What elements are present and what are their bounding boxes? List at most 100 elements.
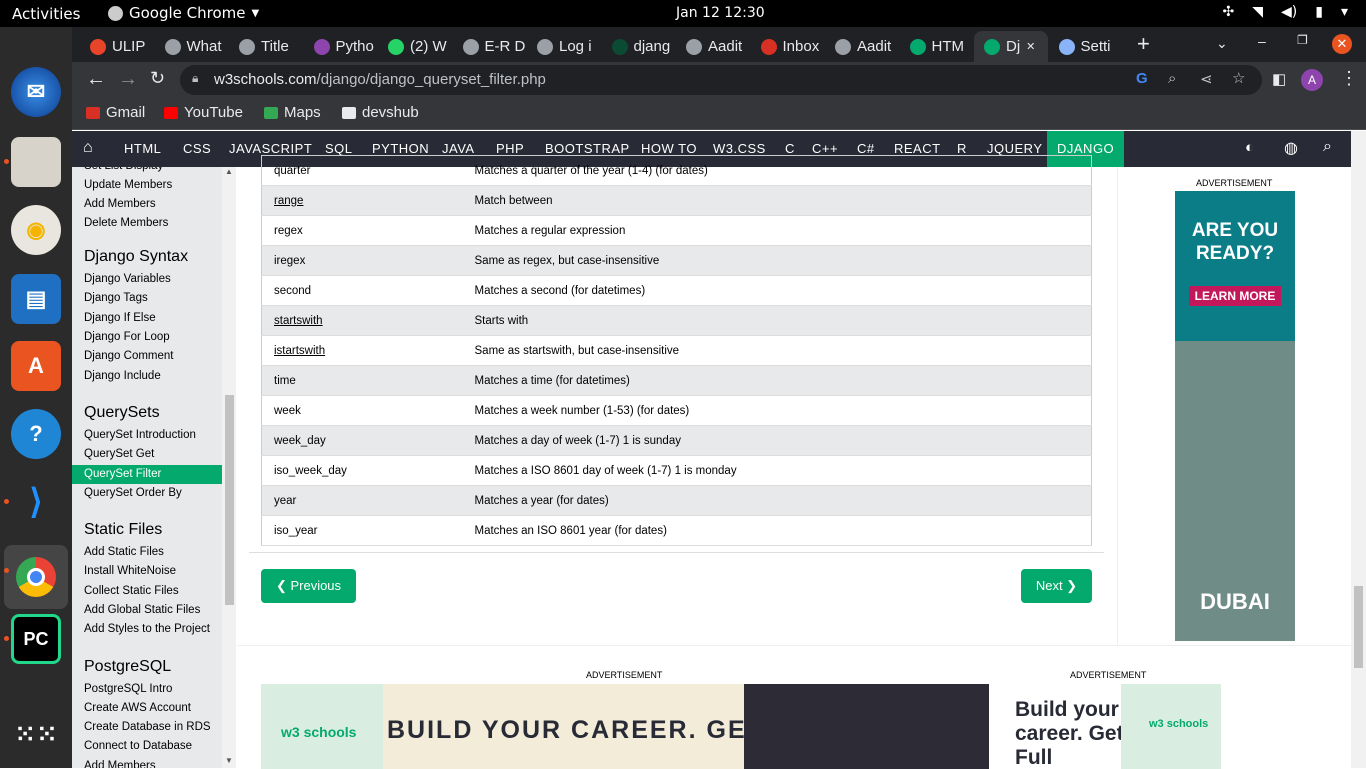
writer-icon[interactable]: ▤: [11, 274, 61, 324]
sidebar-link[interactable]: Add Static Files: [84, 546, 164, 558]
sidebar-link[interactable]: QuerySet Order By: [84, 487, 182, 499]
sidebar-link[interactable]: Django Variables: [84, 273, 171, 285]
learn-more-button[interactable]: LEARN MORE: [1189, 286, 1281, 306]
full-access-ad[interactable]: Build your career. Get Full Access. w3 s…: [989, 684, 1221, 769]
scroll-up-icon[interactable]: ▲: [225, 167, 233, 176]
activities-button[interactable]: Activities: [12, 5, 80, 23]
sidebar-link[interactable]: PostgreSQL Intro: [84, 683, 172, 695]
tab-3[interactable]: Pytho: [304, 31, 378, 62]
reload-icon[interactable]: ↻: [150, 68, 165, 89]
tab-7[interactable]: djang: [602, 31, 676, 62]
url-path: /django/django_queryset_filter.php: [316, 71, 546, 88]
tab-label: Dj: [1006, 38, 1021, 55]
tab-2[interactable]: Title: [229, 31, 303, 62]
sidebar-scrollbar[interactable]: ▲ ▼: [222, 167, 236, 768]
bookmark-youtube[interactable]: YouTube: [164, 104, 243, 121]
google-icon[interactable]: G: [1136, 70, 1148, 87]
minimize-button[interactable]: –: [1258, 33, 1266, 49]
page-scrollbar[interactable]: [1351, 131, 1366, 768]
sidebar-link[interactable]: QuerySet Filter: [72, 465, 222, 485]
pycharm-icon[interactable]: PC: [11, 614, 61, 664]
sidebar-link[interactable]: Django Tags: [84, 292, 148, 304]
lookup-name[interactable]: range: [261, 185, 463, 216]
sidebar-link[interactable]: Update Members: [84, 179, 172, 191]
sidebar-link[interactable]: Django Comment: [84, 350, 173, 362]
system-tray[interactable]: ✣ ◥ ◀) ▮ ▾: [1223, 4, 1349, 20]
tab-11[interactable]: HTM: [900, 31, 974, 62]
tab-6[interactable]: Log i: [527, 31, 601, 62]
search-icon[interactable]: ⌕: [1323, 138, 1332, 156]
tab-0[interactable]: ULIP: [80, 31, 154, 62]
zoom-icon[interactable]: ⌕: [1168, 70, 1176, 87]
help-icon[interactable]: ?: [11, 409, 61, 459]
maximize-button[interactable]: ❐: [1297, 33, 1308, 47]
sidebar-link[interactable]: Django If Else: [84, 312, 156, 324]
sidebar-link[interactable]: Add Styles to the Project: [84, 623, 210, 635]
previous-button[interactable]: ❮ Previous: [261, 569, 356, 603]
sidebar-scroll-thumb[interactable]: [225, 395, 234, 605]
tab-8[interactable]: Aadit: [676, 31, 750, 62]
table-row: year Matches a year (for dates): [261, 485, 1092, 516]
bookmark-maps[interactable]: Maps: [264, 104, 321, 121]
tab-9[interactable]: Inbox: [751, 31, 825, 62]
nav-html[interactable]: HTML: [114, 131, 171, 167]
files-icon[interactable]: [11, 137, 61, 187]
back-icon[interactable]: ←: [86, 68, 106, 91]
chrome-dock-icon[interactable]: [4, 545, 68, 609]
tab-search-icon[interactable]: ⌄: [1216, 35, 1228, 52]
career-ad[interactable]: w3 schools BUILD YOUR CAREER. GET: [261, 684, 989, 769]
scroll-down-icon[interactable]: ▼: [225, 756, 233, 765]
right-ad-column: ADVERTISEMENT ARE YOU READY? LEARN MORE …: [1117, 167, 1351, 645]
vscode-icon[interactable]: ⟩: [11, 477, 61, 527]
sidebar-link[interactable]: Connect to Database: [84, 740, 192, 752]
side-panel-icon[interactable]: ◧: [1272, 70, 1286, 88]
tab-1[interactable]: What: [155, 31, 229, 62]
bookmark-devshub[interactable]: devshub: [342, 104, 419, 121]
tab-12[interactable]: Dj ✕: [974, 31, 1048, 62]
show-apps-icon[interactable]: ⁙⁙: [11, 709, 61, 759]
sidebar-link[interactable]: QuerySet Get: [84, 448, 154, 460]
lookup-name[interactable]: startswith: [261, 305, 463, 336]
home-icon[interactable]: ⌂: [83, 139, 93, 157]
sidebar-link[interactable]: Add Members: [84, 760, 156, 768]
close-window-button[interactable]: ✕: [1332, 34, 1352, 54]
sidebar-link[interactable]: Add Members: [84, 198, 156, 210]
sidebar-link[interactable]: QuerySet Introduction: [84, 429, 196, 441]
app-menu[interactable]: Google Chrome ▼: [108, 4, 259, 22]
page-scroll-thumb[interactable]: [1354, 586, 1363, 668]
sidebar-link[interactable]: Set List Display: [84, 167, 163, 172]
tab-10[interactable]: Aadit: [825, 31, 899, 62]
address-bar[interactable]: 🔒︎ w3schools.com/django/django_queryset_…: [180, 65, 1262, 95]
share-icon[interactable]: ⋖: [1200, 70, 1213, 88]
sidebar-link[interactable]: Create AWS Account: [84, 702, 191, 714]
contrast-icon[interactable]: ◐: [1245, 139, 1254, 156]
forward-icon[interactable]: →: [118, 68, 138, 91]
globe-icon[interactable]: ◍: [1284, 138, 1298, 158]
new-tab-button[interactable]: +: [1137, 31, 1150, 57]
sidebar-link[interactable]: Django For Loop: [84, 331, 170, 343]
clock[interactable]: Jan 12 12:30: [676, 5, 765, 21]
sidebar-link[interactable]: Add Global Static Files: [84, 604, 200, 616]
rhythmbox-icon[interactable]: ◉: [11, 205, 61, 255]
close-tab-icon[interactable]: ✕: [1026, 40, 1035, 53]
sidebar-link[interactable]: Install WhiteNoise: [84, 565, 176, 577]
menu-icon[interactable]: ⋮: [1340, 68, 1358, 89]
software-store-icon[interactable]: A: [11, 341, 61, 391]
bookmark-star-icon[interactable]: ☆: [1232, 69, 1245, 87]
tab-4[interactable]: (2) W: [378, 31, 452, 62]
lookup-name[interactable]: istartswith: [261, 335, 463, 366]
sidebar-link[interactable]: Collect Static Files: [84, 585, 179, 597]
sidebar-link[interactable]: Create Database in RDS: [84, 721, 211, 733]
sidebar-link[interactable]: Django Include: [84, 370, 161, 382]
tab-13[interactable]: Setti: [1049, 31, 1123, 62]
power-menu-icon: ▾: [1340, 4, 1348, 20]
tab-5[interactable]: E-R D: [453, 31, 527, 62]
sidebar-link[interactable]: Delete Members: [84, 217, 168, 229]
network-icon: ✣: [1222, 4, 1235, 20]
dubai-ad[interactable]: ARE YOU READY? LEARN MORE DUBAI: [1175, 191, 1295, 641]
profile-avatar[interactable]: A: [1301, 69, 1323, 91]
next-button[interactable]: Next ❯: [1021, 569, 1092, 603]
nav-css[interactable]: CSS: [173, 131, 221, 167]
thunderbird-icon[interactable]: ✉: [11, 67, 61, 117]
bookmark-gmail[interactable]: Gmail: [86, 104, 145, 121]
